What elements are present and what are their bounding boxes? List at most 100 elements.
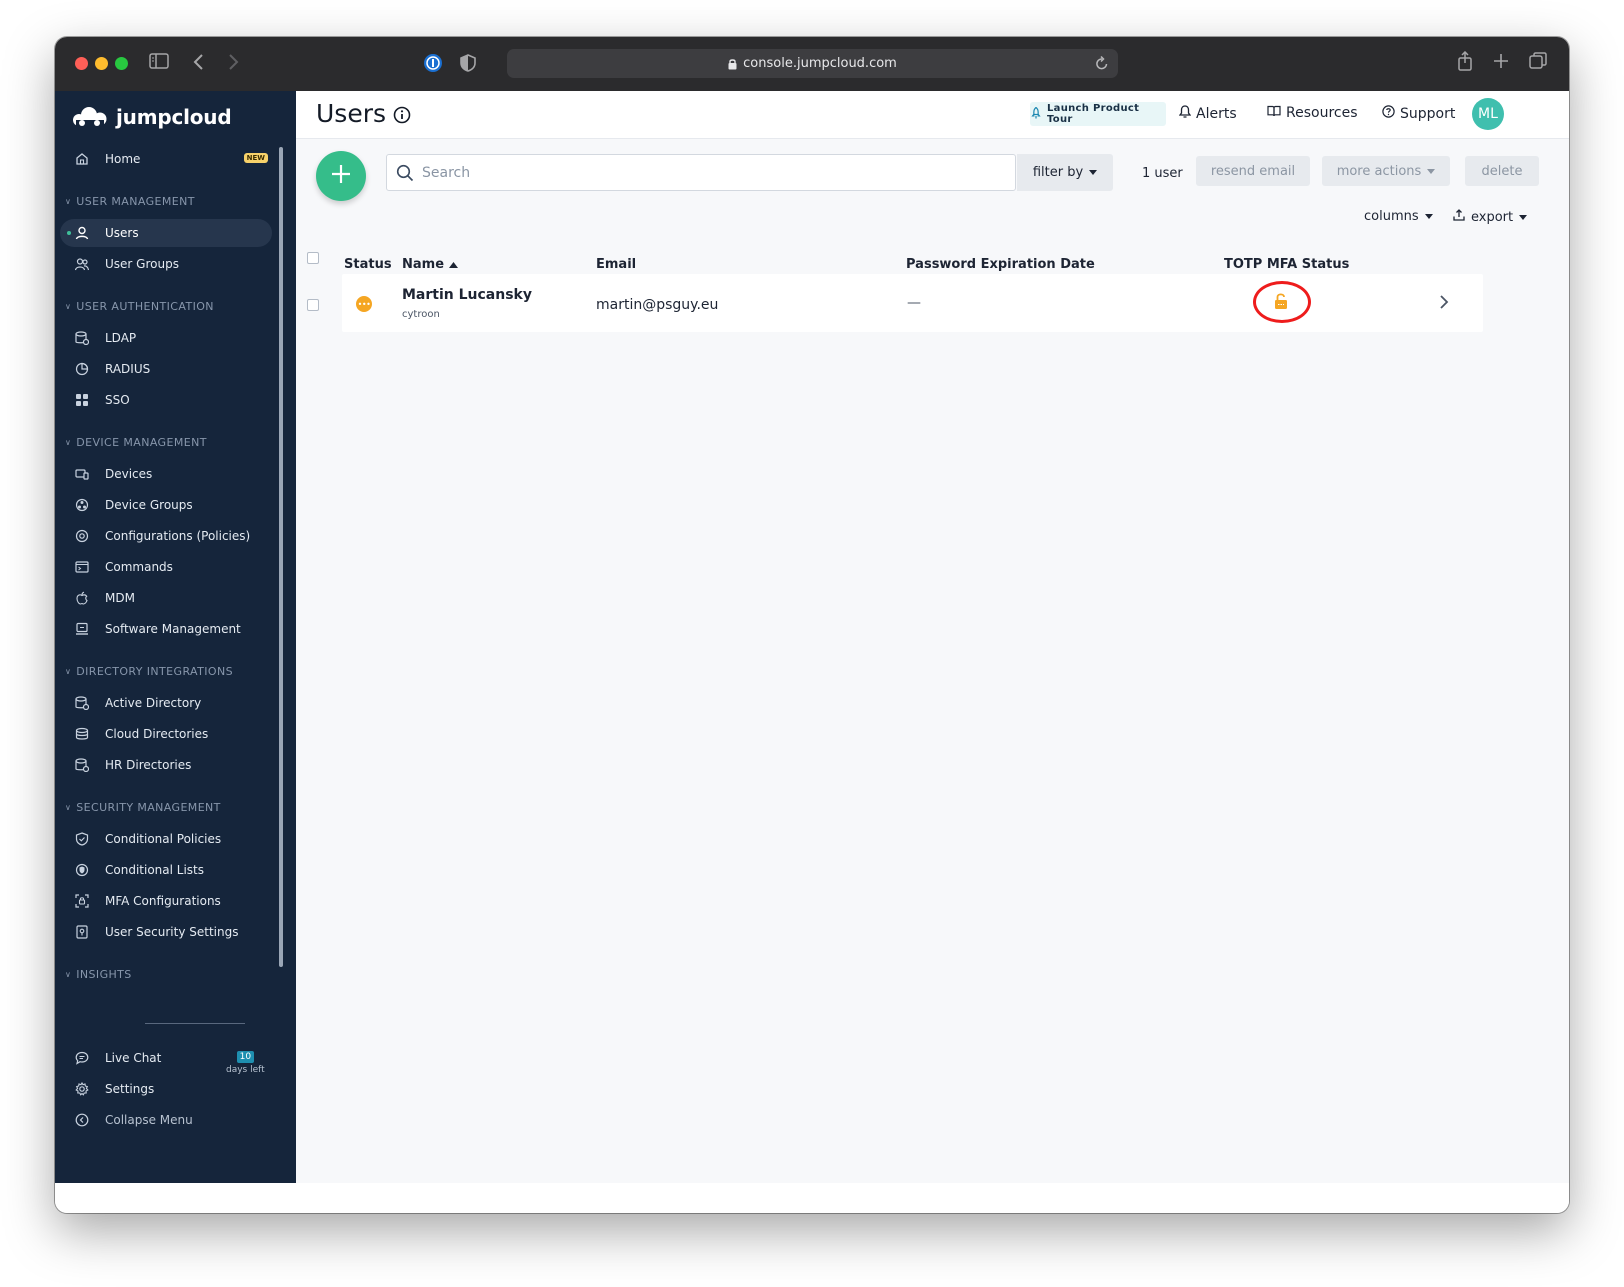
sidebar-item-conditional-policies[interactable]: Conditional Policies (60, 825, 272, 853)
sidebar-toggle-icon[interactable] (149, 53, 169, 69)
section-directory-integrations[interactable]: ∨ DIRECTORY INTEGRATIONS (65, 665, 233, 678)
lock-icon (728, 58, 737, 70)
sidebar-scrollbar[interactable] (279, 147, 283, 967)
more-actions-button[interactable]: more actions (1322, 156, 1450, 186)
section-security-management[interactable]: ∨ SECURITY MANAGEMENT (65, 801, 221, 814)
radius-icon (75, 362, 89, 376)
export-menu-button[interactable]: export (1453, 209, 1528, 225)
sidebar-item-commands[interactable]: Commands (60, 553, 272, 581)
section-device-management[interactable]: ∨ DEVICE MANAGEMENT (65, 436, 207, 449)
info-icon[interactable] (393, 106, 411, 128)
sidebar-item-label: Users (105, 226, 139, 240)
row-checkbox[interactable] (307, 299, 319, 311)
sidebar-item-sso[interactable]: SSO (60, 386, 272, 414)
column-header-totp-mfa-status[interactable]: TOTP MFA Status (1224, 257, 1349, 272)
sidebar-item-label: User Security Settings (105, 925, 239, 939)
close-window-button[interactable] (75, 57, 88, 70)
alerts-label: Alerts (1196, 105, 1237, 122)
sidebar-item-user-groups[interactable]: User Groups (60, 250, 272, 278)
filter-by-button[interactable]: filter by (1017, 154, 1113, 191)
support-link[interactable]: Support (1382, 105, 1455, 122)
sidebar-item-configurations[interactable]: Configurations (Policies) (60, 522, 272, 550)
reload-icon[interactable] (1095, 55, 1109, 75)
new-tab-icon[interactable] (1493, 53, 1509, 69)
directory-icon (75, 696, 90, 711)
sidebar-item-radius[interactable]: RADIUS (60, 355, 272, 383)
back-icon[interactable] (193, 53, 205, 71)
caret-down-icon (1519, 214, 1528, 220)
sidebar-item-collapse-menu[interactable]: Collapse Menu (60, 1106, 272, 1134)
address-bar[interactable]: console.jumpcloud.com (507, 49, 1118, 78)
section-label: DIRECTORY INTEGRATIONS (76, 665, 233, 678)
sidebar-item-mdm[interactable]: MDM (60, 584, 272, 612)
column-header-name[interactable]: Name (402, 257, 459, 272)
resources-link[interactable]: Resources (1267, 105, 1358, 121)
hr-directory-icon (75, 758, 90, 773)
sidebar-item-cloud-directories[interactable]: Cloud Directories (60, 720, 272, 748)
sidebar-item-label: Home (105, 152, 141, 166)
sidebar-item-label: Device Groups (105, 498, 193, 512)
sidebar-item-software-management[interactable]: Software Management (60, 615, 272, 643)
minimize-window-button[interactable] (95, 57, 108, 70)
section-insights[interactable]: ∨ INSIGHTS (65, 968, 132, 981)
column-header-password-expiration[interactable]: Password Expiration Date (906, 257, 1095, 272)
cloud-logo-icon (73, 107, 107, 127)
pending-status-icon: ••• (356, 296, 372, 312)
user-avatar[interactable]: ML (1472, 98, 1504, 130)
user-icon (75, 226, 89, 240)
sidebar-item-active-directory[interactable]: Active Directory (60, 689, 272, 717)
sidebar-item-label: Devices (105, 467, 153, 481)
sidebar-item-settings[interactable]: Settings (60, 1075, 272, 1103)
section-label: DEVICE MANAGEMENT (76, 436, 207, 449)
sidebar-item-label: Commands (105, 560, 173, 574)
sidebar-item-label: RADIUS (105, 362, 151, 376)
resend-email-button[interactable]: resend email (1196, 156, 1310, 186)
sidebar-item-label: SSO (105, 393, 130, 407)
tab-overview-icon[interactable] (1529, 52, 1547, 70)
sidebar-item-label: User Groups (105, 257, 179, 271)
shield-icon (75, 832, 89, 846)
section-user-authentication[interactable]: ∨ USER AUTHENTICATION (65, 300, 214, 313)
column-header-label: Email (596, 257, 637, 272)
columns-menu-button[interactable]: columns (1364, 209, 1433, 224)
zoom-window-button[interactable] (115, 57, 128, 70)
sidebar-item-label: LDAP (105, 331, 137, 345)
sidebar-item-label: Settings (105, 1082, 155, 1096)
column-header-status[interactable]: Status (344, 257, 392, 272)
user-full-name[interactable]: Martin Lucansky (402, 287, 532, 303)
launch-product-tour-label: Launch Product Tour (1047, 103, 1140, 125)
chevron-down-icon: ∨ (65, 197, 72, 206)
ldap-icon (75, 331, 90, 346)
chevron-down-icon: ∨ (65, 803, 72, 812)
forward-icon[interactable] (227, 53, 239, 71)
sidebar-item-device-groups[interactable]: Device Groups (60, 491, 272, 519)
privacy-shield-icon[interactable] (457, 52, 479, 74)
alerts-link[interactable]: Alerts (1178, 105, 1237, 122)
jumpcloud-logo[interactable]: jumpcloud (70, 105, 232, 129)
sidebar-item-mfa-configurations[interactable]: MFA Configurations (60, 887, 272, 915)
sidebar-item-ldap[interactable]: LDAP (60, 324, 272, 352)
select-all-checkbox[interactable] (307, 252, 319, 264)
launch-product-tour-button[interactable]: Launch Product Tour (1030, 102, 1166, 126)
section-user-management[interactable]: ∨ USER MANAGEMENT (65, 195, 195, 208)
column-header-email[interactable]: Email (596, 257, 636, 272)
chevron-down-icon: ∨ (65, 970, 72, 979)
share-icon[interactable] (1457, 51, 1473, 71)
sidebar-item-hr-directories[interactable]: HR Directories (60, 751, 272, 779)
sidebar-item-label: Collapse Menu (105, 1113, 193, 1127)
cloud-directory-icon (75, 727, 89, 741)
add-user-button[interactable] (316, 151, 366, 201)
password-manager-extension-icon[interactable] (422, 52, 444, 74)
sidebar-item-users[interactable]: Users (60, 219, 272, 247)
unlocked-padlock-icon[interactable] (1274, 292, 1288, 314)
trial-counter: 10 days left (226, 1044, 265, 1075)
sidebar-item-user-security-settings[interactable]: User Security Settings (60, 918, 272, 946)
help-circle-icon (1382, 105, 1395, 122)
delete-button[interactable]: delete (1465, 156, 1539, 186)
sidebar: jumpcloud Home NEW ∨ USER MANAGEMENT User… (55, 91, 296, 1183)
sidebar-item-conditional-lists[interactable]: Conditional Lists (60, 856, 272, 884)
search-input[interactable] (422, 162, 982, 184)
sidebar-item-devices[interactable]: Devices (60, 460, 272, 488)
sidebar-item-home[interactable]: Home NEW (60, 145, 272, 173)
chevron-right-icon[interactable] (1439, 294, 1449, 314)
